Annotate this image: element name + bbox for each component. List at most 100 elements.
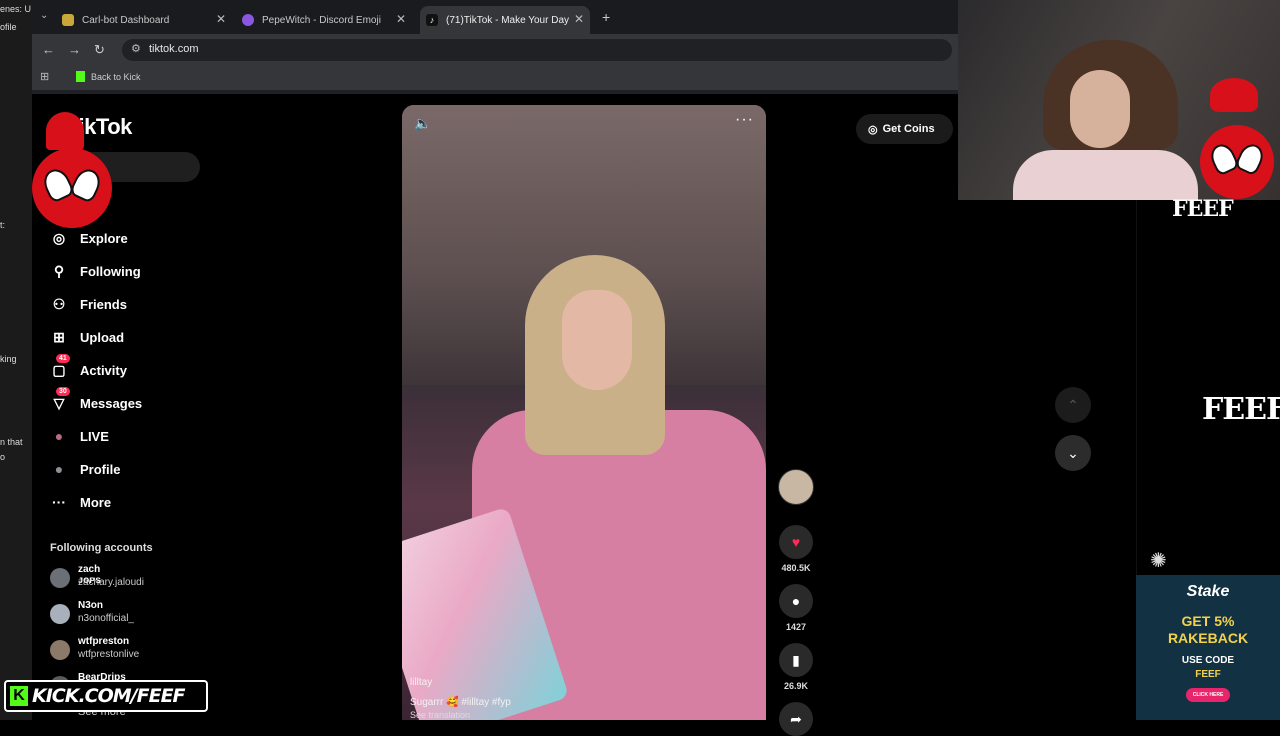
nav-label: Messages bbox=[80, 395, 143, 411]
tab-search-chevron-icon[interactable]: ⌄ bbox=[40, 10, 48, 21]
video-player[interactable]: 🔈 ··· lilltay Sugarrr 🥰 #lilltay #fyp Se… bbox=[402, 105, 766, 720]
account-handle: zachary.jaloudi bbox=[78, 577, 144, 588]
stake-headline-line2: RAKEBACK bbox=[1167, 630, 1249, 646]
kick-url-banner: K KICK.COM/FEEF bbox=[4, 680, 208, 712]
share-button[interactable]: ➦ bbox=[778, 702, 814, 736]
previous-video-button[interactable]: ⌃ bbox=[1055, 387, 1091, 423]
upload-icon: ⊞ bbox=[53, 328, 65, 345]
activity-badge: 41 bbox=[56, 354, 70, 363]
save-count: 26.9K bbox=[783, 681, 809, 691]
bg-text: enes: U bbox=[0, 4, 32, 14]
url-text: tiktok.com bbox=[149, 43, 199, 55]
comment-button[interactable]: ● 1427 bbox=[778, 584, 814, 632]
spider-eye bbox=[1233, 140, 1268, 177]
stake-click-button[interactable]: CLICK HERE bbox=[1186, 688, 1230, 702]
spider-eye bbox=[68, 165, 105, 204]
nav-label: Activity bbox=[80, 362, 127, 378]
nav-label: More bbox=[80, 494, 112, 510]
nav-upload[interactable]: ⊞ Upload bbox=[50, 323, 124, 351]
new-tab-button[interactable]: + bbox=[602, 9, 610, 25]
bg-text: ofile bbox=[0, 22, 17, 32]
tab-title: Carl-bot Dashboard bbox=[82, 14, 170, 26]
nav-label: Friends bbox=[80, 296, 127, 312]
tab-bar: ⌄ Carl-bot Dashboard ✕ PepeWitch - Disco… bbox=[32, 0, 958, 34]
nav-profile[interactable]: ● Profile bbox=[50, 455, 121, 483]
nav-label: Profile bbox=[80, 461, 121, 477]
stake-use-code: USE CODE bbox=[1181, 655, 1235, 666]
webcam-face bbox=[1070, 70, 1130, 148]
nav-explore[interactable]: ◎ Explore bbox=[50, 224, 128, 252]
spider-eye bbox=[1206, 140, 1241, 177]
bookmarks-bar: ⊞ Back to Kick bbox=[32, 66, 958, 90]
more-options-icon[interactable]: ··· bbox=[735, 111, 754, 129]
nav-friends[interactable]: ⚇ Friends bbox=[50, 290, 127, 318]
stake-logo: Stake bbox=[1186, 583, 1230, 600]
heart-icon: ♥ bbox=[779, 525, 813, 559]
address-bar-row: ← → ↻ ⚙ tiktok.com bbox=[32, 34, 958, 66]
spider-mask-icon bbox=[46, 112, 84, 150]
spider-eye bbox=[39, 165, 76, 204]
nav-messages[interactable]: ▽ 30 Messages bbox=[50, 387, 143, 417]
account-name: wtfpreston bbox=[78, 636, 130, 647]
account-handle: n3onofficial_ bbox=[78, 613, 134, 624]
avatar bbox=[50, 604, 70, 624]
tiktok-favicon-icon: ♪ bbox=[426, 14, 438, 26]
nav-following[interactable]: ⚲ Following bbox=[50, 257, 141, 285]
kick-logo-icon: K bbox=[10, 686, 28, 706]
get-coins-label: Get Coins bbox=[882, 123, 935, 135]
nav-label: Upload bbox=[80, 329, 125, 345]
messages-badge: 30 bbox=[56, 387, 70, 396]
site-settings-icon[interactable]: ⚙ bbox=[131, 42, 141, 55]
messages-icon: ▽ 30 bbox=[50, 387, 70, 412]
coin-icon: ◎ bbox=[868, 123, 878, 136]
close-tab-icon[interactable]: ✕ bbox=[574, 12, 584, 26]
nav-live[interactable]: ● LIVE bbox=[50, 422, 109, 450]
following-accounts-header: Following accounts bbox=[50, 542, 153, 554]
feef-logo: FEEF bbox=[1172, 196, 1234, 222]
browser-chrome: ⌄ Carl-bot Dashboard ✕ PepeWitch - Disco… bbox=[32, 0, 958, 94]
like-button[interactable]: ♥ 480.5K bbox=[778, 525, 814, 573]
spider-icon: ✺ bbox=[1150, 550, 1167, 572]
bookmark-back-to-kick[interactable]: Back to Kick bbox=[91, 72, 141, 82]
creator-avatar[interactable] bbox=[778, 469, 814, 505]
nav-more[interactable]: ··· More bbox=[50, 488, 111, 516]
tiktok-page: TikTok ◎ Explore ⚲ Following ⚇ Friends ⊞… bbox=[32, 94, 958, 736]
nav-activity[interactable]: ▢ 41 Activity bbox=[50, 354, 127, 384]
pepewitch-favicon-icon bbox=[242, 14, 254, 26]
next-video-button[interactable]: ⌄ bbox=[1055, 435, 1091, 471]
bg-text: o bbox=[0, 452, 6, 462]
bg-text: n that bbox=[0, 437, 23, 447]
bg-text: king bbox=[0, 354, 17, 364]
avatar bbox=[50, 640, 70, 660]
back-arrow-icon[interactable]: ← bbox=[42, 42, 55, 57]
comment-count: 1427 bbox=[785, 622, 807, 632]
friends-icon: ⚇ bbox=[52, 295, 66, 312]
tab-carl-bot[interactable]: Carl-bot Dashboard ✕ bbox=[62, 6, 232, 34]
avatar bbox=[50, 568, 70, 588]
video-author[interactable]: lilltay bbox=[410, 677, 432, 688]
spider-mask-icon bbox=[1200, 125, 1274, 199]
get-coins-button[interactable]: ◎ Get Coins bbox=[856, 114, 953, 144]
tab-tiktok[interactable]: ♪ (71)TikTok - Make Your Day ✕ bbox=[420, 6, 590, 34]
stake-ad[interactable]: Stake GET 5% RAKEBACK USE CODE FEEF CLIC… bbox=[1136, 575, 1280, 720]
close-tab-icon[interactable]: ✕ bbox=[396, 12, 406, 26]
tab-pepewitch[interactable]: PepeWitch - Discord Emoji ✕ bbox=[242, 6, 412, 34]
account-name: N3on bbox=[78, 600, 103, 611]
see-translation-link[interactable]: See translation bbox=[410, 710, 470, 720]
stake-headline-line1: GET 5% bbox=[1181, 613, 1235, 629]
forward-arrow-icon[interactable]: → bbox=[68, 42, 81, 57]
apps-grid-icon[interactable]: ⊞ bbox=[40, 70, 49, 83]
tab-title: PepeWitch - Discord Emoji bbox=[262, 14, 381, 26]
tab-title: (71)TikTok - Make Your Day bbox=[446, 14, 570, 26]
nav-label: Explore bbox=[80, 230, 128, 246]
close-tab-icon[interactable]: ✕ bbox=[216, 12, 226, 26]
activity-glyph: ▢ bbox=[52, 361, 66, 378]
volume-icon[interactable]: 🔈 bbox=[414, 115, 431, 132]
stake-headline: GET 5% RAKEBACK bbox=[1136, 613, 1280, 647]
reload-icon[interactable]: ↻ bbox=[94, 42, 105, 58]
like-count: 480.5K bbox=[781, 563, 811, 573]
url-field[interactable]: ⚙ tiktok.com bbox=[122, 39, 952, 61]
save-button[interactable]: ▮ 26.9K bbox=[778, 643, 814, 691]
kick-url-text: KICK.COM/FEEF bbox=[32, 685, 186, 707]
video-caption: Sugarrr 🥰 #lilltay #fyp bbox=[410, 697, 511, 708]
